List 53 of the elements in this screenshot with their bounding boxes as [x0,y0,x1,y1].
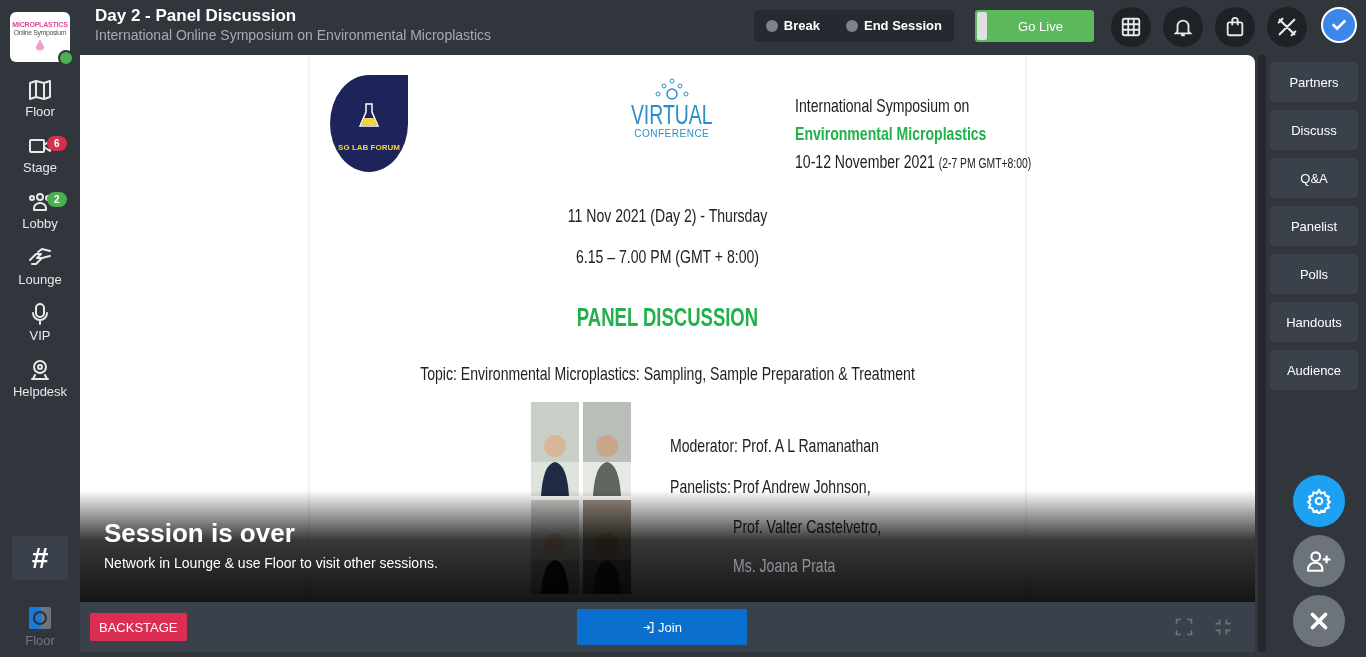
nav-item[interactable]: Helpdesk [0,358,80,408]
droplet-icon [34,39,46,51]
count-badge: 2 [47,192,67,207]
session-option[interactable]: End Session [845,18,942,33]
overlay-message: Network in Lounge & use Floor to visit other sessions. [104,555,438,571]
slide-heading: PANEL DISCUSSION [575,303,760,332]
join-button[interactable]: Join [577,609,747,645]
session-time: 6.15 – 7.00 PM (GMT + 8:00) [575,246,760,268]
forum-logo-text: SG LAB FORUM [338,143,400,152]
session-title: Day 2 - Panel Discussion [95,6,298,26]
event-subtitle: International Online Symposium on Environmental Microplastics [95,27,493,43]
sign-in-icon [642,620,656,634]
panelist-name: Prof Andrew Johnson, [733,476,871,498]
nav-item[interactable]: Lobby 2 [0,190,80,240]
slide-topic: Topic: Environmental Microplastics: Sampling, Sample Preparation & Treatment [419,363,916,385]
panelist-name: Prof. Valter Castelvetro, [733,515,882,538]
grid-icon[interactable] [1111,6,1151,47]
close-button[interactable] [1293,595,1345,647]
nav-item[interactable]: VIP [0,302,80,352]
side-tab[interactable]: Polls [1270,254,1358,294]
event-dates: 10-12 November 2021 (2-7 PM GMT+8:00) [795,151,1032,173]
floor-plan-icon [28,606,52,630]
session-date: 11 Nov 2021 (Day 2) - Thursday [566,205,769,227]
count-badge: 6 [47,136,67,151]
shopping-bag-icon[interactable] [1215,6,1255,47]
tools-icon[interactable] [1267,6,1307,47]
panelist-name: Ms. Joana Prata [733,555,836,577]
add-user-button[interactable] [1293,535,1345,587]
event-name: International Symposium on [795,95,971,117]
side-tab[interactable]: Q&A [1270,158,1358,198]
panelists-label: Panelists: [670,476,731,498]
side-tab[interactable]: Audience [1270,350,1358,390]
session-option[interactable]: Break [765,18,820,33]
nav-item[interactable]: Floor [0,78,80,128]
check-icon[interactable] [1321,6,1357,43]
gear-icon [1306,488,1332,514]
side-tab[interactable]: Panelist [1270,206,1358,246]
overlay-title: Session is over [104,518,295,549]
event-theme: Environmental Microplastics [795,123,988,145]
side-tab[interactable]: Discuss [1270,110,1358,150]
settings-button[interactable] [1293,475,1345,527]
side-tab[interactable]: Handouts [1270,302,1358,342]
channel-button[interactable]: # [12,536,68,580]
nav-item[interactable]: Stage 6 [0,134,80,184]
moderator: Moderator: Prof. A L Ramanathan [670,435,879,457]
map-icon [27,78,53,102]
add-user-icon [1306,548,1332,574]
virtual-logo-subtitle: CONFERENCE [634,128,710,139]
side-tab[interactable]: Partners [1270,62,1358,102]
backstage-button[interactable]: BACKSTAGE [90,613,187,641]
virtual-logo-title: VIRTUAL [630,102,713,128]
bell-icon[interactable] [1163,6,1203,47]
nav-item[interactable]: Lounge [0,246,80,296]
